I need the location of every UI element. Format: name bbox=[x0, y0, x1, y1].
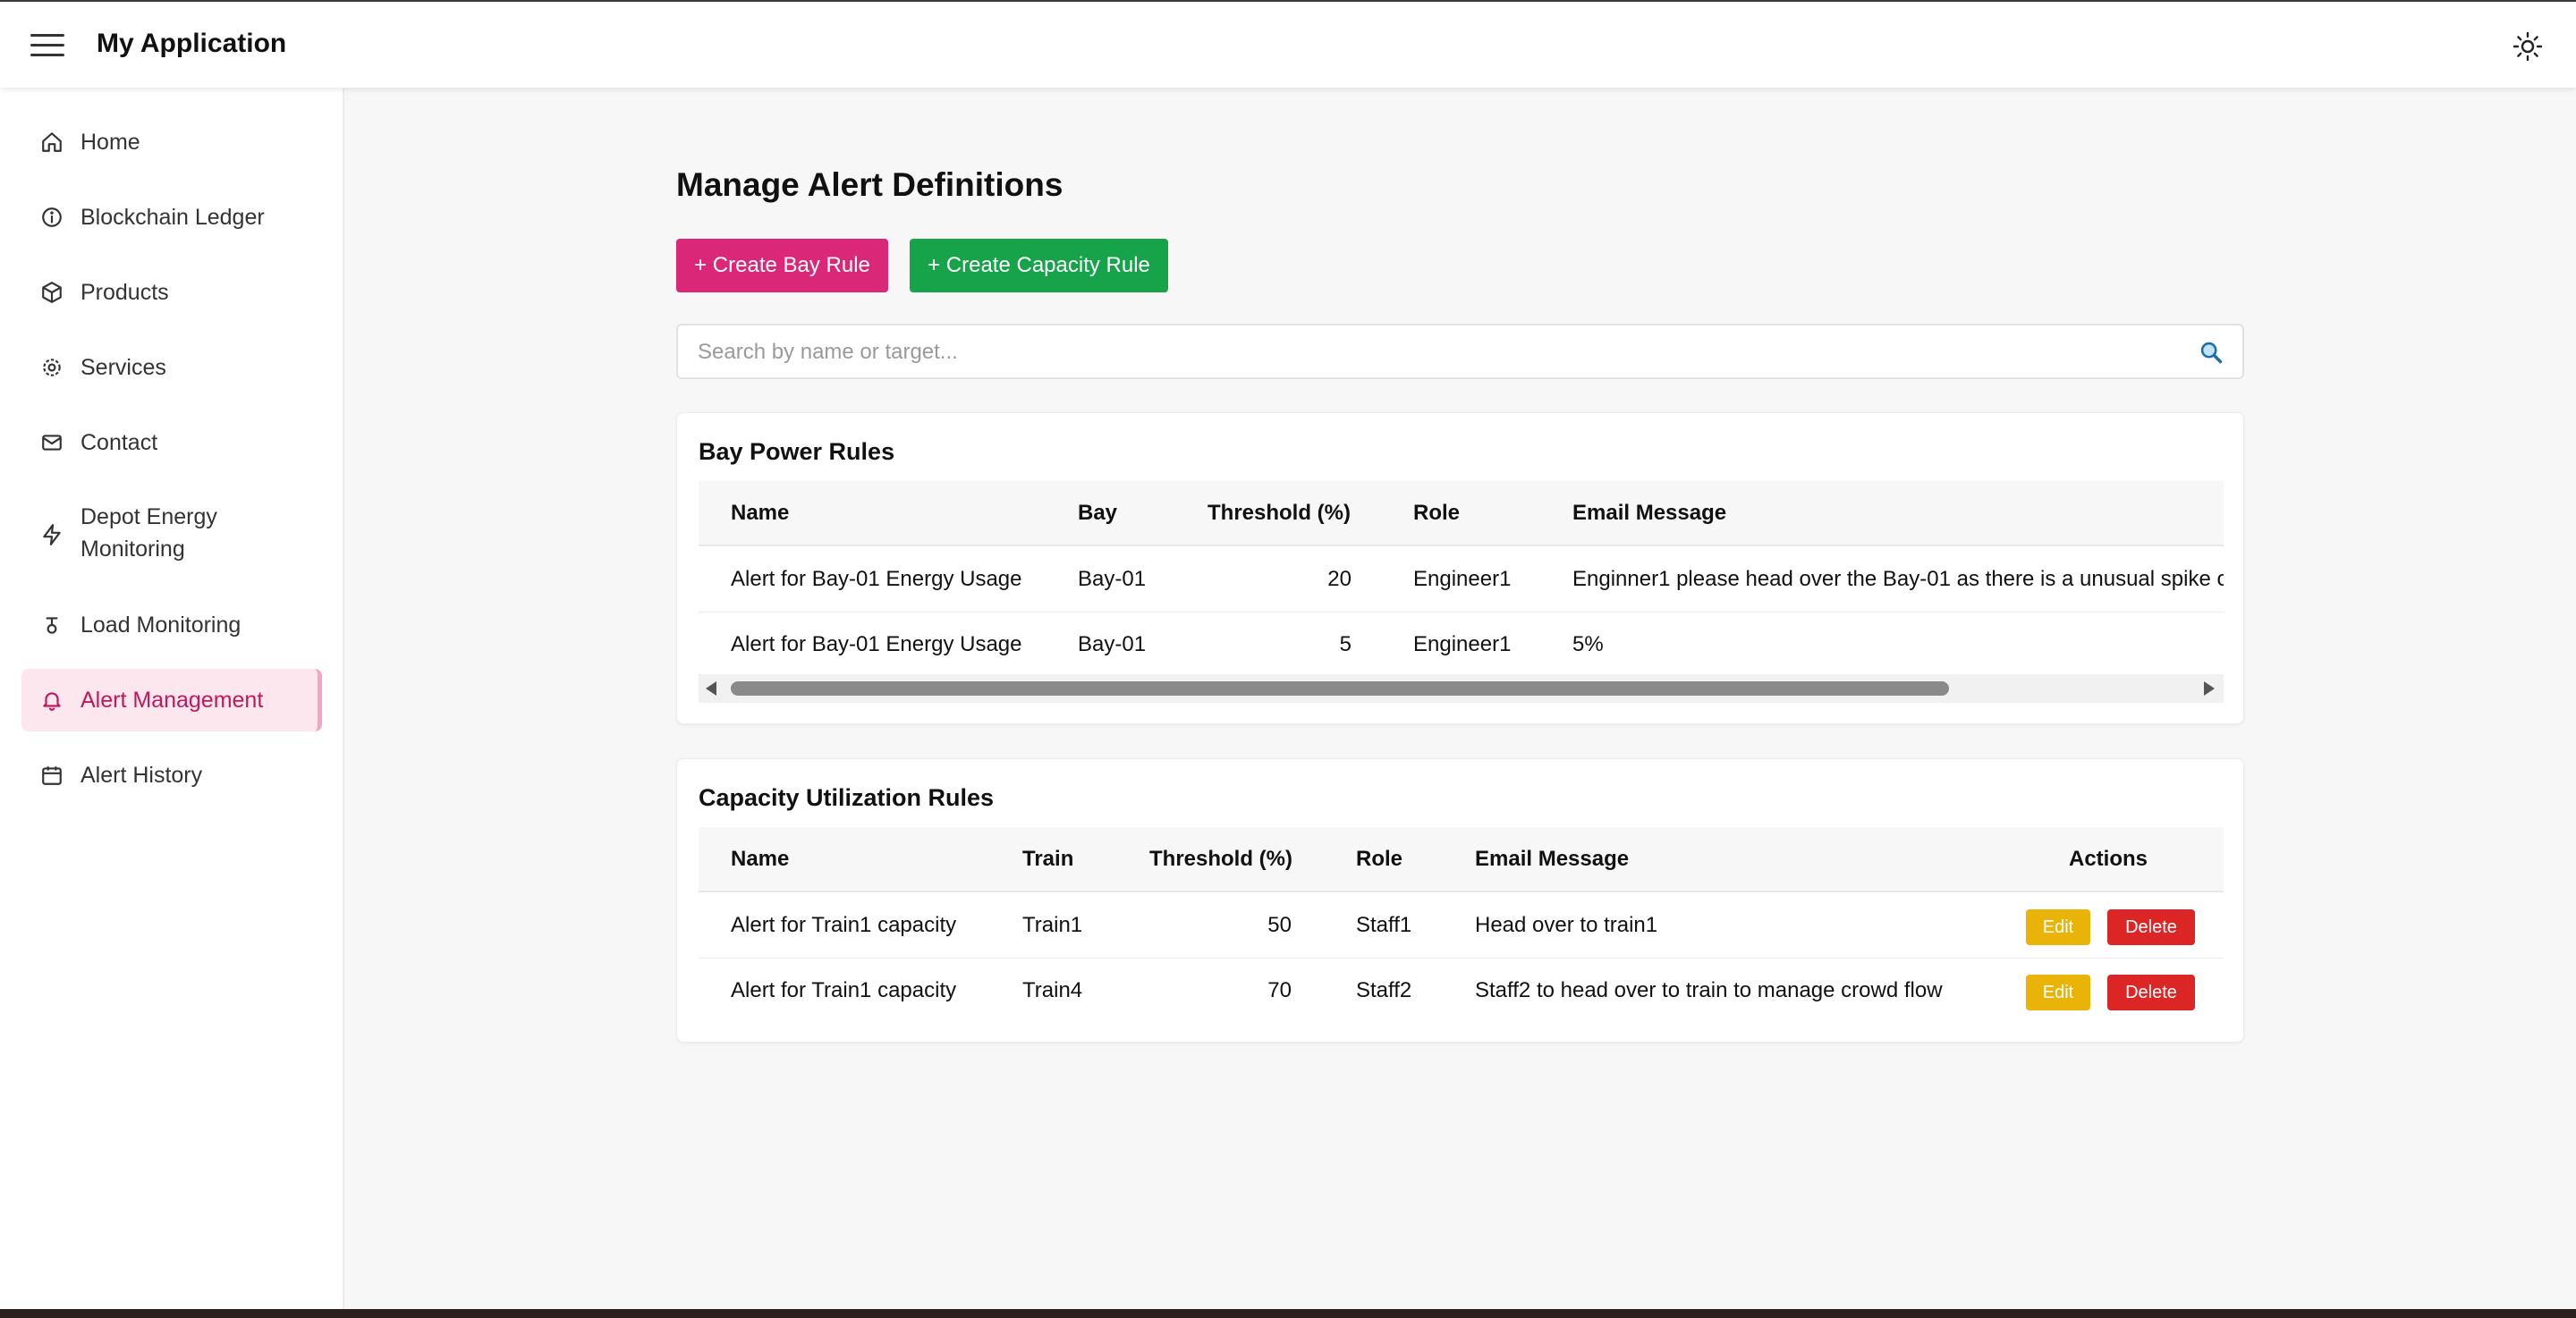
sidebar-item-alert-management[interactable]: Alert Management bbox=[21, 669, 322, 731]
cell-threshold: 5 bbox=[1339, 632, 1352, 656]
scroll-left-arrow-icon[interactable] bbox=[706, 681, 716, 696]
sidebar-item-depot-energy-monitoring[interactable]: Depot Energy Monitoring bbox=[21, 488, 322, 581]
cell-role: Engineer1 bbox=[1413, 632, 1512, 656]
cell-message: 5% bbox=[1572, 632, 1604, 656]
bell-icon bbox=[39, 688, 64, 713]
sidebar-item-label: Products bbox=[80, 280, 169, 305]
card-title: Bay Power Rules bbox=[699, 438, 895, 465]
column-header: Train bbox=[1022, 847, 1074, 871]
cell-message: Staff2 to head over to train to manage c… bbox=[1475, 978, 1943, 1002]
sidebar-item-services[interactable]: Services bbox=[21, 336, 322, 399]
page-title: Manage Alert Definitions bbox=[676, 166, 1063, 203]
cell-bay: Bay-01 bbox=[1078, 567, 1147, 591]
cell-threshold: 70 bbox=[1267, 978, 1292, 1002]
sidebar-item-label: Blockchain Ledger bbox=[80, 205, 265, 230]
column-header: Bay bbox=[1078, 501, 1118, 525]
column-header: Actions bbox=[2069, 847, 2148, 871]
create-bay-rule-button[interactable]: + Create Bay Rule bbox=[676, 239, 888, 292]
menu-toggle-icon[interactable] bbox=[30, 34, 64, 57]
sidebar-item-products[interactable]: Products bbox=[21, 261, 322, 324]
scrollbar-thumb[interactable] bbox=[731, 681, 1949, 696]
cell-role: Staff1 bbox=[1356, 913, 1412, 937]
sidebar: Home Blockchain Ledger Products Services… bbox=[0, 88, 344, 1309]
table-row: Alert for Train1 capacity Train1 50 Staf… bbox=[699, 893, 2224, 959]
box-icon bbox=[39, 280, 64, 305]
window-bottom-border bbox=[0, 1309, 2576, 1318]
app-header: My Application bbox=[0, 2, 2576, 88]
home-icon bbox=[39, 130, 64, 155]
sidebar-item-label: Contact bbox=[80, 430, 158, 455]
cell-name: Alert for Bay-01 Energy Usage bbox=[731, 567, 1022, 591]
sidebar-item-label: Alert Management bbox=[80, 688, 264, 713]
sidebar-item-label: Services bbox=[80, 355, 166, 380]
card-title: Capacity Utilization Rules bbox=[699, 784, 995, 811]
horizontal-scrollbar[interactable] bbox=[699, 674, 2224, 703]
table-row: Alert for Bay-01 Energy Usage Bay-01 20 … bbox=[699, 547, 2224, 613]
cell-name: Alert for Train1 capacity bbox=[731, 913, 957, 937]
cell-name: Alert for Bay-01 Energy Usage bbox=[731, 632, 1022, 656]
column-header: Email Message bbox=[1475, 847, 1630, 871]
column-header: Threshold (%) bbox=[1149, 847, 1292, 871]
cell-role: Engineer1 bbox=[1413, 567, 1512, 591]
column-header: Role bbox=[1413, 501, 1461, 525]
sidebar-item-label-line2: Monitoring bbox=[80, 536, 185, 562]
delete-button[interactable]: Delete bbox=[2107, 909, 2195, 945]
search-bar bbox=[676, 324, 2244, 379]
create-capacity-rule-button[interactable]: + Create Capacity Rule bbox=[910, 239, 1168, 292]
sun-icon[interactable] bbox=[2510, 29, 2546, 64]
sidebar-item-label: Alert History bbox=[80, 763, 203, 788]
table-header: Name Bay Threshold (%) Role Email Messag… bbox=[699, 481, 2224, 546]
app-title: My Application bbox=[97, 29, 287, 58]
sidebar-item-load-monitoring[interactable]: Load Monitoring bbox=[21, 594, 322, 656]
mail-icon bbox=[39, 430, 64, 455]
sidebar-item-label: Load Monitoring bbox=[80, 613, 242, 638]
column-header: Name bbox=[731, 847, 790, 871]
cell-message: Head over to train1 bbox=[1475, 913, 1658, 937]
search-input[interactable] bbox=[698, 336, 2165, 368]
cell-threshold: 50 bbox=[1267, 913, 1292, 937]
column-header: Name bbox=[731, 501, 790, 525]
table-row: Alert for Train1 capacity Train4 70 Staf… bbox=[699, 959, 2224, 1024]
sidebar-item-alert-history[interactable]: Alert History bbox=[21, 744, 322, 807]
cell-train: Train4 bbox=[1022, 978, 1083, 1002]
sidebar-item-label-line1: Depot Energy bbox=[80, 504, 217, 529]
column-header: Role bbox=[1356, 847, 1403, 871]
gauge-icon bbox=[39, 613, 64, 638]
cell-name: Alert for Train1 capacity bbox=[731, 978, 957, 1002]
cell-role: Staff2 bbox=[1356, 978, 1412, 1002]
cell-bay: Bay-01 bbox=[1078, 632, 1147, 656]
column-header: Threshold (%) bbox=[1208, 501, 1351, 525]
sidebar-item-home[interactable]: Home bbox=[21, 111, 322, 173]
gear-icon bbox=[39, 355, 64, 380]
bay-power-rules-card: Bay Power Rules Name Bay Threshold (%) R… bbox=[676, 412, 2244, 724]
table-row: Alert for Bay-01 Energy Usage Bay-01 5 E… bbox=[699, 613, 2224, 678]
edit-button[interactable]: Edit bbox=[2026, 909, 2090, 945]
column-header: Email Message bbox=[1572, 501, 1727, 525]
sidebar-item-blockchain-ledger[interactable]: Blockchain Ledger bbox=[21, 186, 322, 249]
sidebar-item-label: Home bbox=[80, 130, 140, 155]
bolt-icon bbox=[39, 522, 64, 547]
table-header: Name Train Threshold (%) Role Email Mess… bbox=[699, 827, 2224, 892]
scroll-right-arrow-icon[interactable] bbox=[2204, 681, 2215, 696]
search-icon[interactable] bbox=[2199, 340, 2224, 365]
delete-button[interactable]: Delete bbox=[2107, 975, 2195, 1010]
sidebar-item-contact[interactable]: Contact bbox=[21, 411, 322, 474]
cell-message: Enginner1 please head over the Bay-01 as… bbox=[1572, 567, 2224, 591]
cell-train: Train1 bbox=[1022, 913, 1083, 937]
edit-button[interactable]: Edit bbox=[2026, 975, 2090, 1010]
capacity-utilization-rules-card: Capacity Utilization Rules Name Train Th… bbox=[676, 758, 2244, 1043]
calendar-icon bbox=[39, 763, 64, 788]
cell-threshold: 20 bbox=[1327, 567, 1352, 591]
info-icon bbox=[39, 205, 64, 230]
